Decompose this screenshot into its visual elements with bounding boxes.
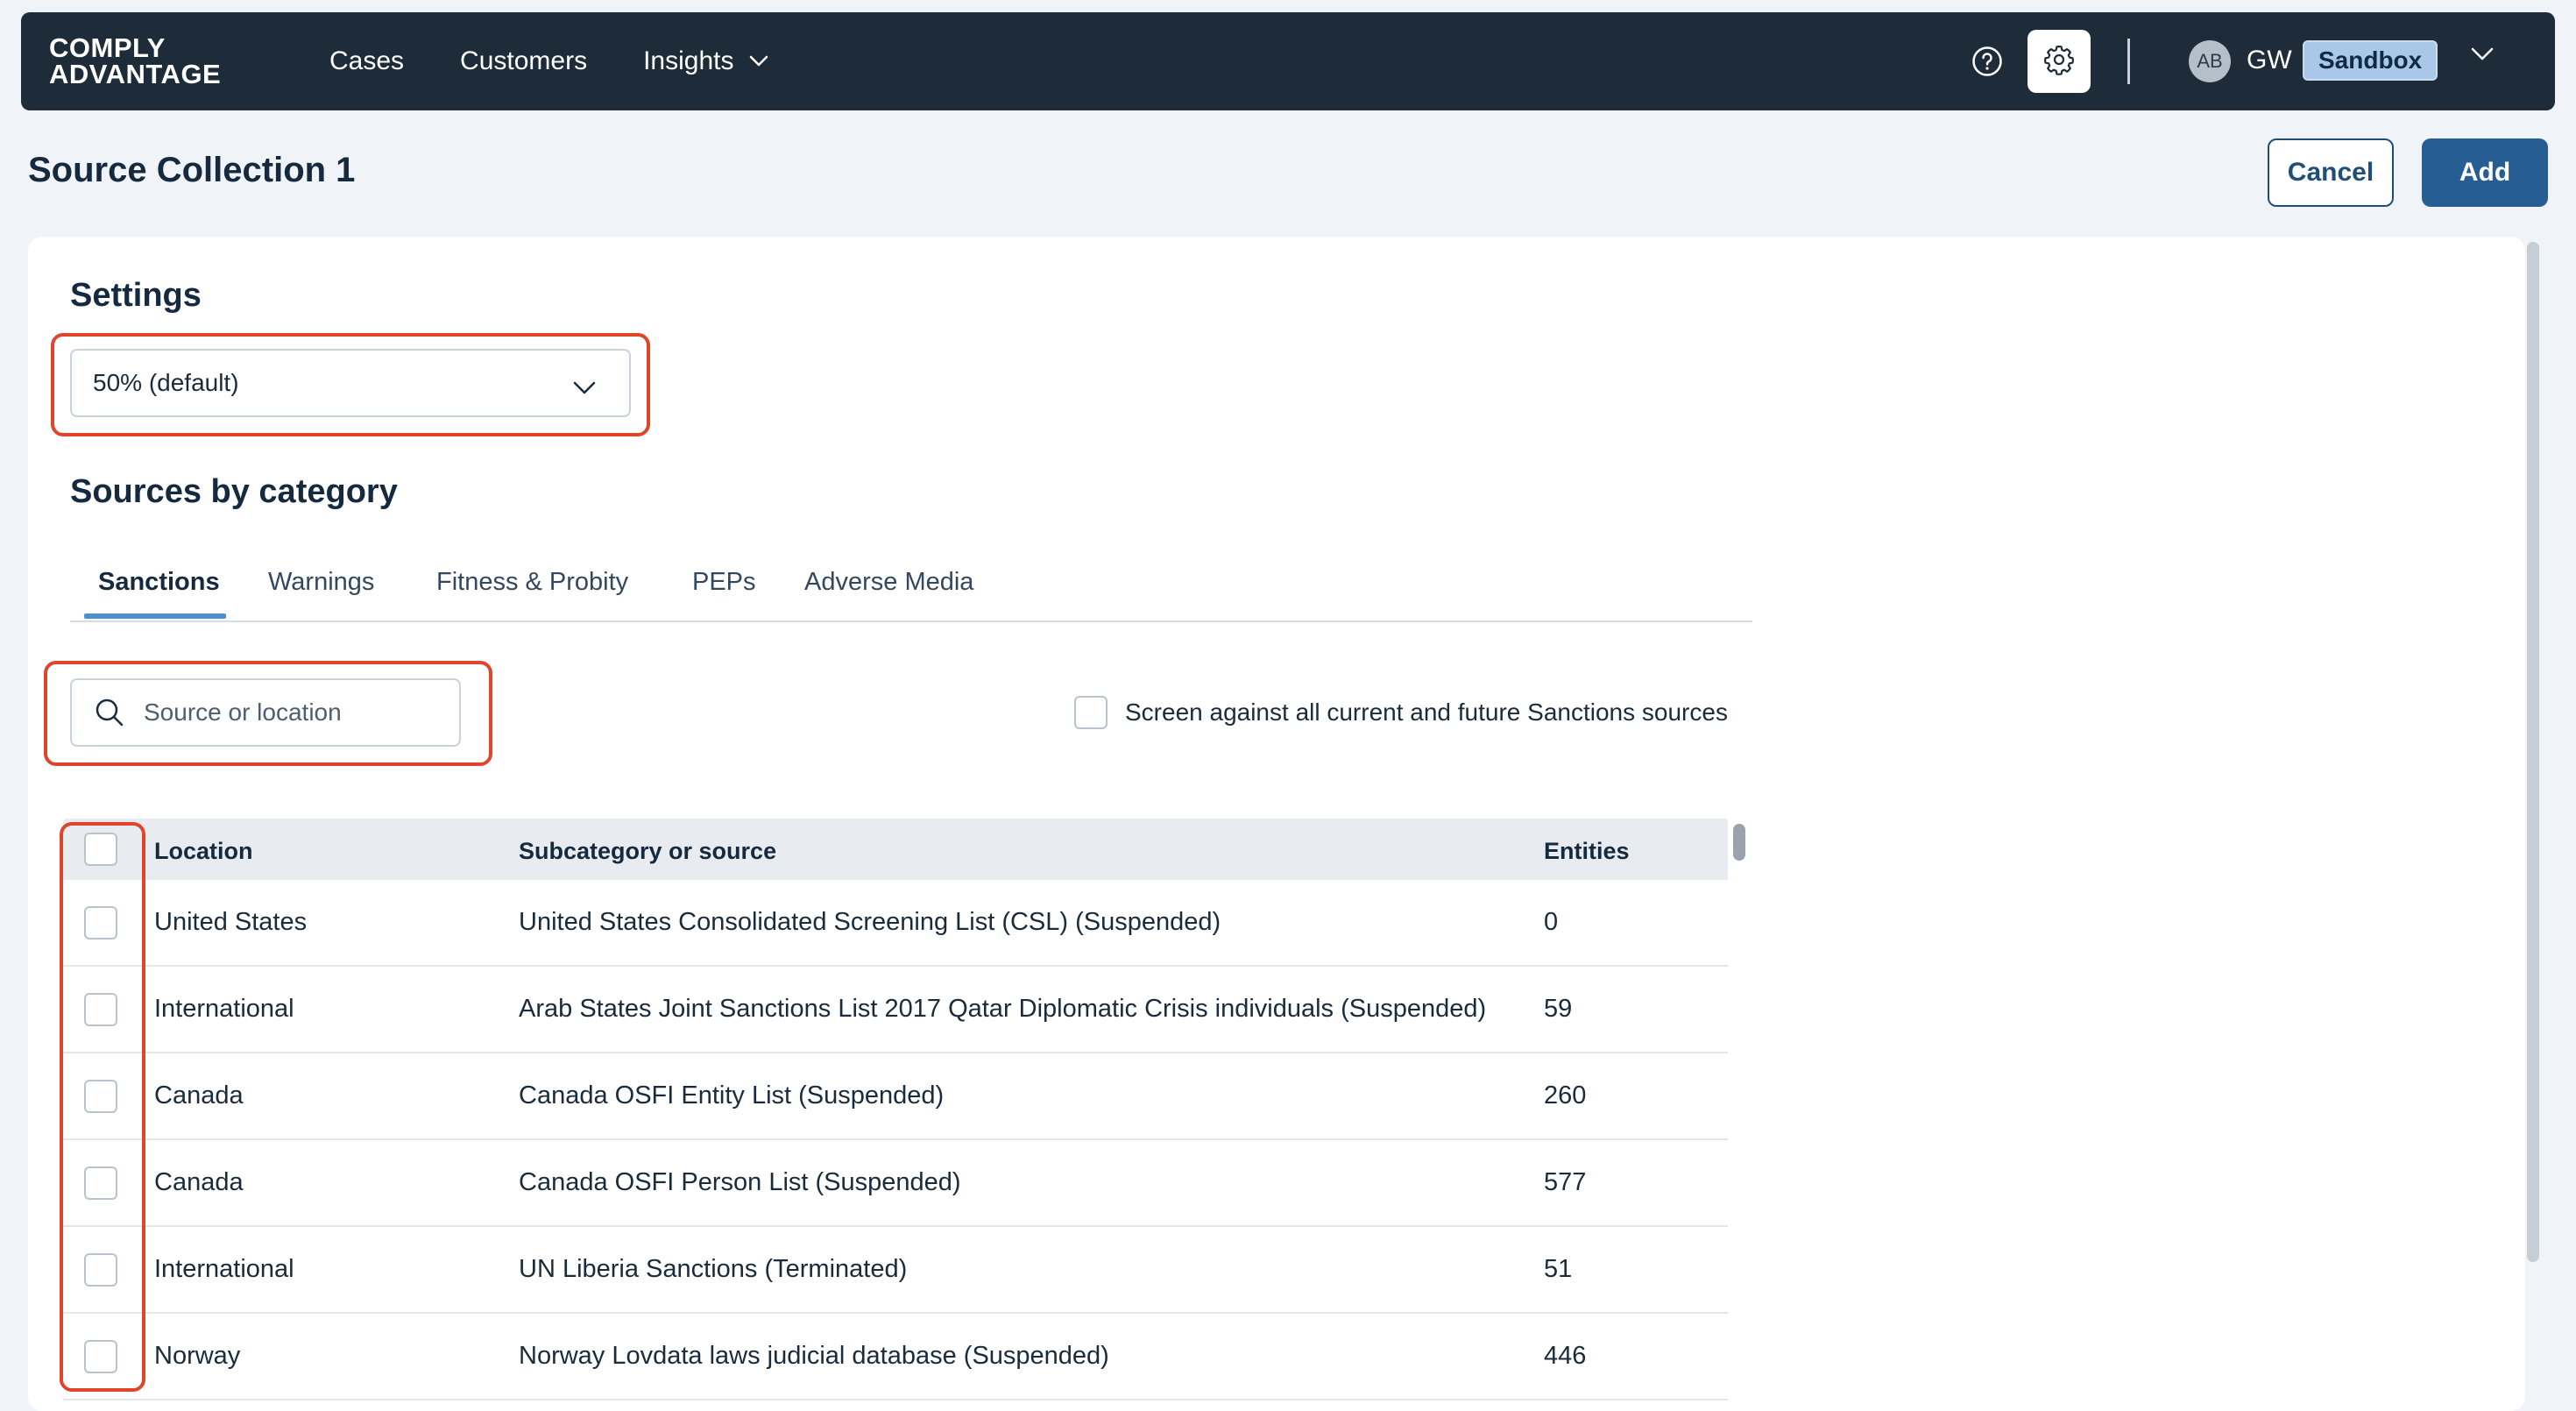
- category-tabs: Sanctions Warnings Fitness & Probity PEP…: [70, 561, 1752, 622]
- nav-link-customers[interactable]: Customers: [460, 46, 587, 76]
- question-circle-icon[interactable]: [1971, 46, 2003, 77]
- nav-divider: [2127, 39, 2130, 84]
- environment-badge: Sandbox: [2303, 40, 2438, 81]
- page-scrollbar[interactable]: [2527, 242, 2539, 1262]
- cell-entities: 446: [1544, 1342, 1587, 1370]
- cell-entities: 577: [1544, 1168, 1587, 1196]
- cancel-button[interactable]: Cancel: [2268, 138, 2394, 207]
- chevron-down-icon: [573, 373, 596, 401]
- nav-link-label: Cases: [329, 46, 405, 75]
- cell-location: International: [154, 1255, 294, 1283]
- column-header-location[interactable]: Location: [154, 838, 253, 865]
- cell-location: Norway: [154, 1342, 241, 1370]
- cell-source: Arab States Joint Sanctions List 2017 Qa…: [519, 995, 1487, 1023]
- brand-logo-line1: COMPLY: [49, 32, 166, 63]
- table-row[interactable]: International Arab States Joint Sanction…: [63, 967, 1728, 1053]
- cell-location: Canada: [154, 1081, 244, 1110]
- table-row[interactable]: International UN Liberia Sanctions (Term…: [63, 1227, 1728, 1314]
- cell-entities: 59: [1544, 995, 1573, 1023]
- tab-fitness-probity[interactable]: Fitness & Probity: [436, 568, 628, 597]
- cell-entities: 260: [1544, 1081, 1587, 1110]
- search-field[interactable]: [70, 678, 461, 747]
- nav-links: Cases Customers Insights: [329, 12, 824, 110]
- threshold-select-value: 50% (default): [93, 369, 239, 396]
- cell-location: United States: [154, 908, 308, 936]
- screen-all-label: Screen against all current and future Sa…: [1125, 698, 1728, 726]
- cell-source: Norway Lovdata laws judicial database (S…: [519, 1342, 1109, 1370]
- screen-all-checkbox[interactable]: [1074, 696, 1108, 729]
- column-header-source[interactable]: Subcategory or source: [519, 838, 776, 865]
- nav-link-label: Insights: [643, 46, 734, 75]
- tab-adverse-media[interactable]: Adverse Media: [804, 568, 973, 597]
- table-scrollbar[interactable]: [1733, 824, 1745, 861]
- nav-link-label: Customers: [460, 46, 588, 75]
- search-input[interactable]: [144, 698, 424, 727]
- table-row[interactable]: Norway Norway Lovdata laws judicial data…: [63, 1314, 1728, 1400]
- table-header: Location Subcategory or source Entities: [63, 819, 1728, 880]
- search-icon: [95, 698, 124, 727]
- cell-entities: 51: [1544, 1255, 1573, 1283]
- column-header-entities[interactable]: Entities: [1544, 838, 1630, 865]
- nav-link-insights[interactable]: Insights: [643, 46, 768, 76]
- top-navigation: COMPLY ADVANTAGE Cases Customers Insight…: [21, 12, 2555, 110]
- sources-title: Sources by category: [70, 473, 398, 510]
- table-row[interactable]: Canada Canada OSFI Entity List (Suspende…: [63, 1053, 1728, 1140]
- user-initials[interactable]: GW: [2247, 46, 2292, 75]
- settings-button[interactable]: [2028, 30, 2091, 93]
- threshold-select[interactable]: 50% (default): [70, 349, 631, 417]
- gear-icon: [2043, 44, 2075, 80]
- cell-source: Canada OSFI Entity List (Suspended): [519, 1081, 945, 1110]
- cell-entities: 0: [1544, 908, 1559, 936]
- active-tab-indicator: [84, 613, 226, 619]
- cell-source: United States Consolidated Screening Lis…: [519, 908, 1221, 936]
- cell-source: Canada OSFI Person List (Suspended): [519, 1168, 961, 1196]
- tab-warnings[interactable]: Warnings: [268, 568, 374, 597]
- chevron-down-icon: [749, 55, 768, 67]
- table-row[interactable]: Canada Canada OSFI Person List (Suspende…: [63, 1140, 1728, 1227]
- screen-all-option[interactable]: Screen against all current and future Sa…: [1074, 696, 1728, 729]
- nav-link-cases[interactable]: Cases: [329, 46, 404, 76]
- table-row[interactable]: United States United States Consolidated…: [63, 880, 1728, 967]
- avatar[interactable]: AB: [2189, 40, 2231, 82]
- cell-source: UN Liberia Sanctions (Terminated): [519, 1255, 908, 1283]
- cell-location: Canada: [154, 1168, 244, 1196]
- add-button[interactable]: Add: [2422, 138, 2548, 207]
- cell-location: International: [154, 995, 294, 1023]
- tab-peps[interactable]: PEPs: [692, 568, 756, 597]
- brand-logo[interactable]: COMPLY ADVANTAGE: [49, 32, 222, 89]
- chevron-down-icon[interactable]: [2471, 47, 2494, 66]
- highlight-checkbox-column: [60, 822, 145, 1392]
- sources-table: Location Subcategory or source Entities …: [63, 819, 1728, 1400]
- tab-sanctions[interactable]: Sanctions: [98, 568, 220, 597]
- brand-logo-line2: ADVANTAGE: [49, 59, 222, 89]
- settings-title: Settings: [70, 277, 202, 314]
- page-title: Source Collection 1: [28, 151, 356, 189]
